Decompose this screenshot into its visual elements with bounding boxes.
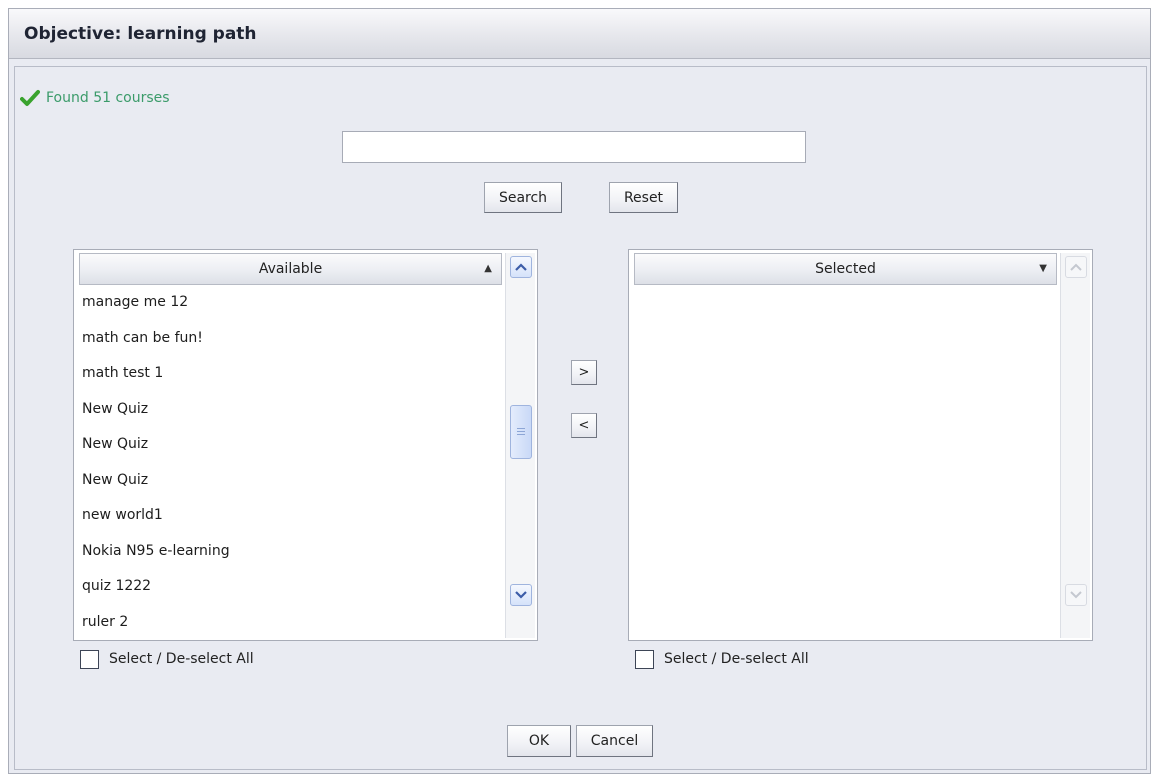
grip-line-icon xyxy=(517,431,525,432)
list-item[interactable]: math can be fun! xyxy=(79,321,502,357)
selected-header-label: Selected xyxy=(815,261,876,277)
available-list-panel: Available ▲ manage me 12 math can be fun!… xyxy=(73,249,538,641)
selected-scrollbar[interactable] xyxy=(1060,253,1090,638)
reset-button[interactable]: Reset xyxy=(609,182,678,213)
selected-list[interactable] xyxy=(634,285,1057,638)
dialog-title: Objective: learning path xyxy=(24,24,257,44)
selected-select-all[interactable]: Select / De-select All xyxy=(635,648,809,670)
scroll-up-button[interactable] xyxy=(510,256,532,278)
grip-line-icon xyxy=(517,428,525,429)
list-item[interactable]: manage me 12 xyxy=(79,285,502,321)
ok-button[interactable]: OK xyxy=(507,725,571,757)
list-item[interactable]: Nokia N95 e-learning xyxy=(79,534,502,570)
remove-selected-button[interactable]: < xyxy=(571,413,597,438)
status-text: Found 51 courses xyxy=(46,90,170,106)
available-header-label: Available xyxy=(258,261,323,277)
selected-column-header[interactable]: Selected ▼ xyxy=(634,253,1057,285)
scroll-thumb[interactable] xyxy=(510,405,532,459)
list-item[interactable]: ruler 2 xyxy=(79,605,502,639)
scroll-up-button[interactable] xyxy=(1065,256,1087,278)
status-message: Found 51 courses xyxy=(20,86,170,110)
chevron-up-icon xyxy=(515,263,527,271)
list-item[interactable]: math test 1 xyxy=(79,356,502,392)
selected-select-all-label: Select / De-select All xyxy=(664,651,809,667)
selected-select-all-checkbox[interactable] xyxy=(635,649,654,669)
available-select-all-label: Select / De-select All xyxy=(109,651,254,667)
scroll-down-button[interactable] xyxy=(510,584,532,606)
available-select-all[interactable]: Select / De-select All xyxy=(80,648,254,670)
chevron-up-icon xyxy=(1070,263,1082,271)
selected-list-panel: Selected ▼ xyxy=(628,249,1093,641)
list-item[interactable]: New Quiz xyxy=(79,427,502,463)
check-icon xyxy=(20,90,40,106)
search-button[interactable]: Search xyxy=(484,182,562,213)
chevron-down-icon xyxy=(515,591,527,599)
available-scrollbar[interactable] xyxy=(505,253,535,638)
list-item[interactable]: New Quiz xyxy=(79,463,502,499)
available-column-header[interactable]: Available ▲ xyxy=(79,253,502,285)
sort-up-icon: ▲ xyxy=(484,263,492,274)
available-select-all-checkbox[interactable] xyxy=(80,649,99,669)
dialog-titlebar: Objective: learning path xyxy=(9,9,1150,59)
cancel-button[interactable]: Cancel xyxy=(576,725,653,757)
list-item[interactable]: New Quiz xyxy=(79,392,502,428)
grip-line-icon xyxy=(517,434,525,435)
search-input[interactable] xyxy=(342,131,806,163)
list-item[interactable]: quiz 1222 xyxy=(79,569,502,605)
add-selected-button[interactable]: > xyxy=(571,360,597,385)
available-list[interactable]: manage me 12 math can be fun! math test 1N… xyxy=(79,285,502,638)
scroll-down-button[interactable] xyxy=(1065,584,1087,606)
sort-down-icon: ▼ xyxy=(1039,263,1047,274)
chevron-down-icon xyxy=(1070,591,1082,599)
list-item[interactable]: new world1 xyxy=(79,498,502,534)
